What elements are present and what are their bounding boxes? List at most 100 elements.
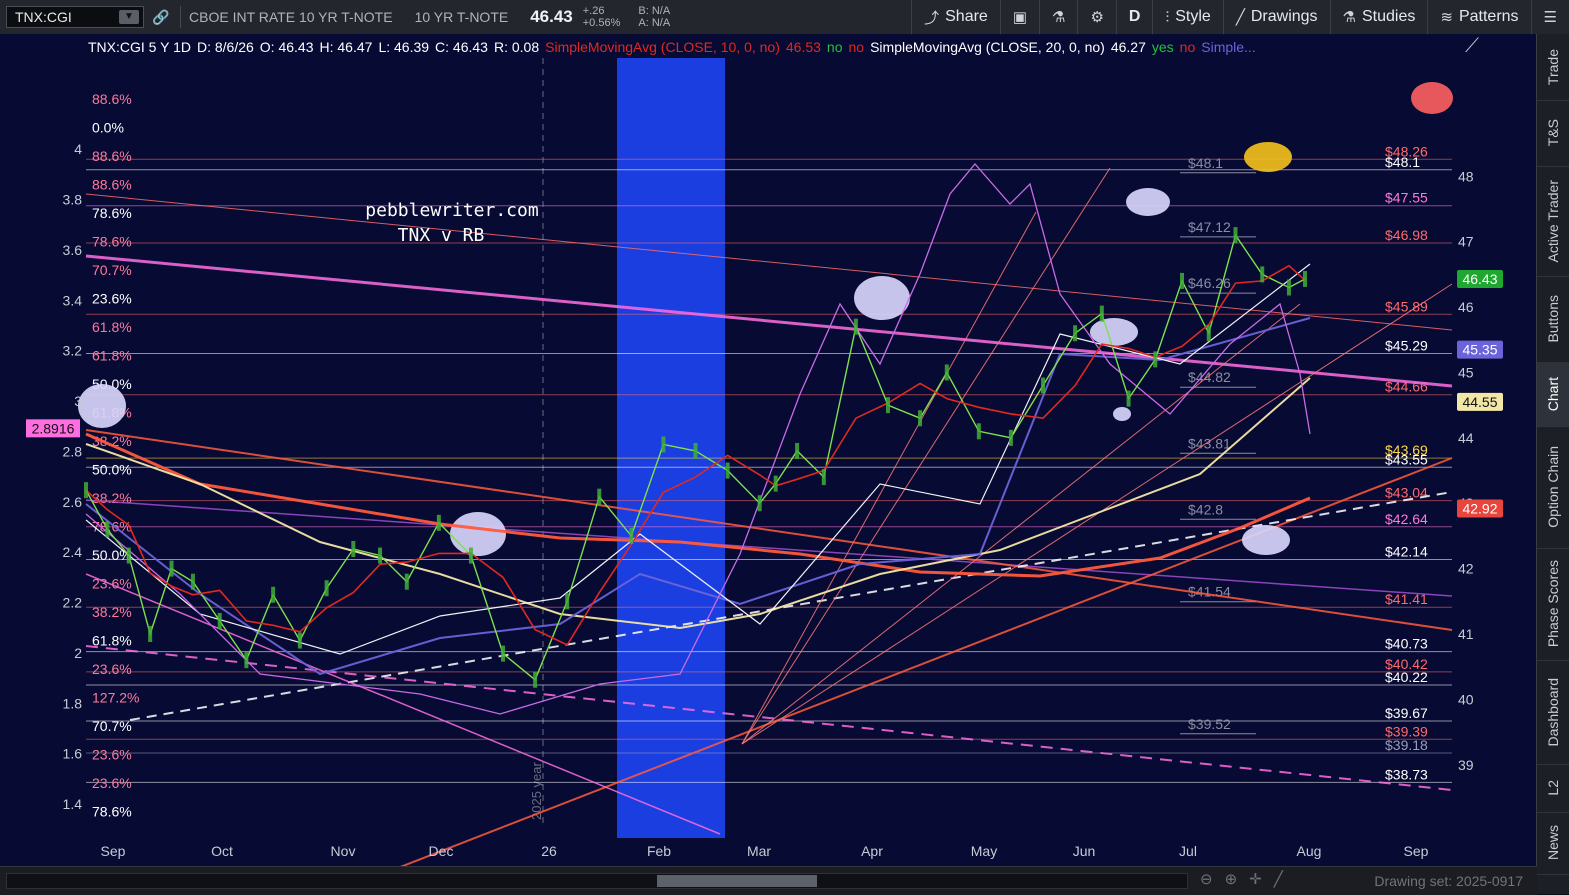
crosshair-icon[interactable]: ✛: [1249, 871, 1274, 888]
draw-icon[interactable]: ╱: [1274, 871, 1295, 888]
fib-percent-label: 61.8%: [92, 348, 132, 364]
tab-dashboard[interactable]: Dashboard: [1537, 660, 1569, 765]
left-axis-label: 1.4: [63, 796, 83, 812]
lab-button[interactable]: ⚗: [1039, 0, 1077, 34]
beaker-icon: ⚗: [1342, 9, 1356, 26]
price-badge-label: 45.35: [1462, 342, 1497, 358]
sma20-flag-yes: yes: [1151, 39, 1174, 55]
sma10-value: 46.53: [785, 39, 821, 55]
zoom-controls[interactable]: ⊖⊕✛╱: [1200, 870, 1295, 888]
candle: [271, 586, 276, 603]
settings-button[interactable]: ⚙: [1077, 0, 1115, 34]
tab-phase-scores[interactable]: Phase Scores: [1537, 548, 1569, 661]
candle: [1008, 429, 1013, 446]
link-icon[interactable]: 🔗: [150, 9, 172, 26]
patterns-button[interactable]: ≋ Patterns: [1427, 0, 1530, 34]
fib-percent-label: 88.6%: [92, 91, 132, 107]
chart-fit-icon[interactable]: ⟋: [1465, 35, 1479, 57]
tab-time-and-sales[interactable]: T&S: [1537, 100, 1569, 167]
sma10-label[interactable]: SimpleMovingAvg (CLOSE, 10, 0, no): [545, 39, 780, 55]
status-symbol: TNX:CGI 5 Y 1D: [88, 39, 191, 55]
candle: [795, 442, 800, 459]
left-axis-label: 3: [74, 393, 82, 409]
x-axis-label: Sep: [1404, 843, 1429, 859]
symbol-input[interactable]: TNX:CGI ▼: [6, 6, 144, 28]
price-chart[interactable]: 2025 year $48.26$48.1$47.55$46.98$45.89$…: [0, 34, 1537, 866]
status-open: O: 46.43: [259, 39, 314, 55]
candle: [501, 645, 506, 662]
x-axis-label: Nov: [331, 843, 356, 859]
trend-drawings: [78, 82, 1453, 866]
studies-button[interactable]: ⚗ Studies: [1329, 0, 1428, 34]
last-price: 46.43: [530, 7, 573, 26]
grey-level-label: $48.1: [1188, 155, 1223, 171]
chart-marker: [1242, 525, 1290, 555]
sma10-flag-2: no: [848, 39, 865, 55]
candle: [533, 671, 538, 688]
tab-level-2-label: L2: [1545, 780, 1561, 796]
x-axis-label: Jul: [1179, 843, 1197, 859]
price-badge-label: 46.43: [1462, 271, 1497, 287]
drawings-button[interactable]: ╱ Drawings: [1222, 0, 1330, 34]
axes: Sep Oct Nov Dec 26 Feb Mar Apr May Jun Jul Aug Sep 4 3…: [26, 141, 1503, 859]
bottom-bar: ⊖⊕✛╱ Drawing set: 2025-0917: [0, 866, 1537, 895]
candle: [944, 364, 949, 381]
left-axis-label: 2.2: [63, 595, 83, 611]
tab-level-2[interactable]: L2: [1537, 764, 1569, 813]
candle: [169, 560, 174, 577]
candle: [821, 469, 826, 486]
candle: [773, 475, 778, 492]
tab-chart[interactable]: Chart: [1537, 362, 1569, 427]
right-axis-label: 48: [1458, 168, 1474, 184]
x-axis-label: Sep: [101, 843, 126, 859]
time-scrollbar[interactable]: [6, 873, 1188, 889]
style-button[interactable]: ⫶ Style: [1152, 0, 1222, 34]
right-axis-label: 39: [1458, 757, 1474, 773]
tab-option-chain[interactable]: Option Chain: [1537, 426, 1569, 549]
candle: [351, 541, 356, 557]
symbol-dropdown-icon[interactable]: ▼: [119, 10, 139, 24]
tab-news[interactable]: News: [1537, 812, 1569, 875]
sma10-flag-1: no: [826, 39, 843, 55]
chart-marker: [1411, 82, 1453, 114]
left-axis-label: 2: [74, 645, 82, 661]
right-axis-label: 45: [1458, 364, 1474, 380]
tab-buttons[interactable]: Buttons: [1537, 276, 1569, 363]
more-studies-label[interactable]: Simple...: [1201, 39, 1255, 55]
sma20-label[interactable]: SimpleMovingAvg (CLOSE, 20, 0, no): [870, 39, 1105, 55]
fib-percent-label: 23.6%: [92, 775, 132, 791]
zoom-out-icon[interactable]: ⊖: [1200, 871, 1225, 888]
trend-line: [85, 193, 1453, 331]
left-axis-label: 3.8: [63, 192, 83, 208]
fib-levels: $48.26$48.1$47.55$46.98$45.89$45.29$44.6…: [86, 91, 1452, 820]
tab-trade[interactable]: Trade: [1537, 34, 1569, 101]
candle: [84, 482, 88, 499]
candles-icon: ⫶: [1165, 8, 1170, 26]
fib-level-label: $47.55: [1385, 190, 1428, 206]
fib-percent-label: 38.2%: [92, 490, 132, 506]
tab-trade-label: Trade: [1545, 48, 1561, 86]
fib-level-label: $38.73: [1385, 766, 1428, 782]
aggregation-button[interactable]: D: [1115, 0, 1153, 34]
zoom-in-icon[interactable]: ⊕: [1225, 871, 1250, 888]
tab-active-trader[interactable]: Active Trader: [1537, 166, 1569, 277]
share-icon: ⤴: [924, 9, 940, 27]
chart-marker: [1113, 407, 1131, 421]
snapshot-icon: ▣: [1012, 9, 1028, 26]
candle: [757, 495, 762, 512]
grey-level-label: $47.12: [1188, 219, 1231, 235]
left-axis-label: 1.8: [63, 695, 83, 711]
snapshot-button[interactable]: ▣: [999, 0, 1039, 34]
price-badge-label: 44.55: [1462, 394, 1497, 410]
price-badge-label: 42.92: [1462, 500, 1497, 516]
scrollbar-thumb[interactable]: [657, 875, 817, 887]
fib-percent-label: 0.0%: [92, 120, 124, 136]
fib-percent-label: 23.6%: [92, 576, 132, 592]
share-button[interactable]: ⤴ Share: [911, 0, 1000, 34]
menu-button[interactable]: ☰: [1530, 0, 1569, 34]
tab-chart-label: Chart: [1545, 376, 1561, 412]
right-sidebar: Trade T&S Active Trader Buttons Chart Op…: [1536, 34, 1569, 894]
drawings-label: Drawings: [1250, 8, 1318, 25]
candle: [126, 547, 131, 564]
chart-area[interactable]: 2025 year $48.26 $48.1 $47.55 $46.98 $45.89 $…: [0, 34, 1537, 866]
